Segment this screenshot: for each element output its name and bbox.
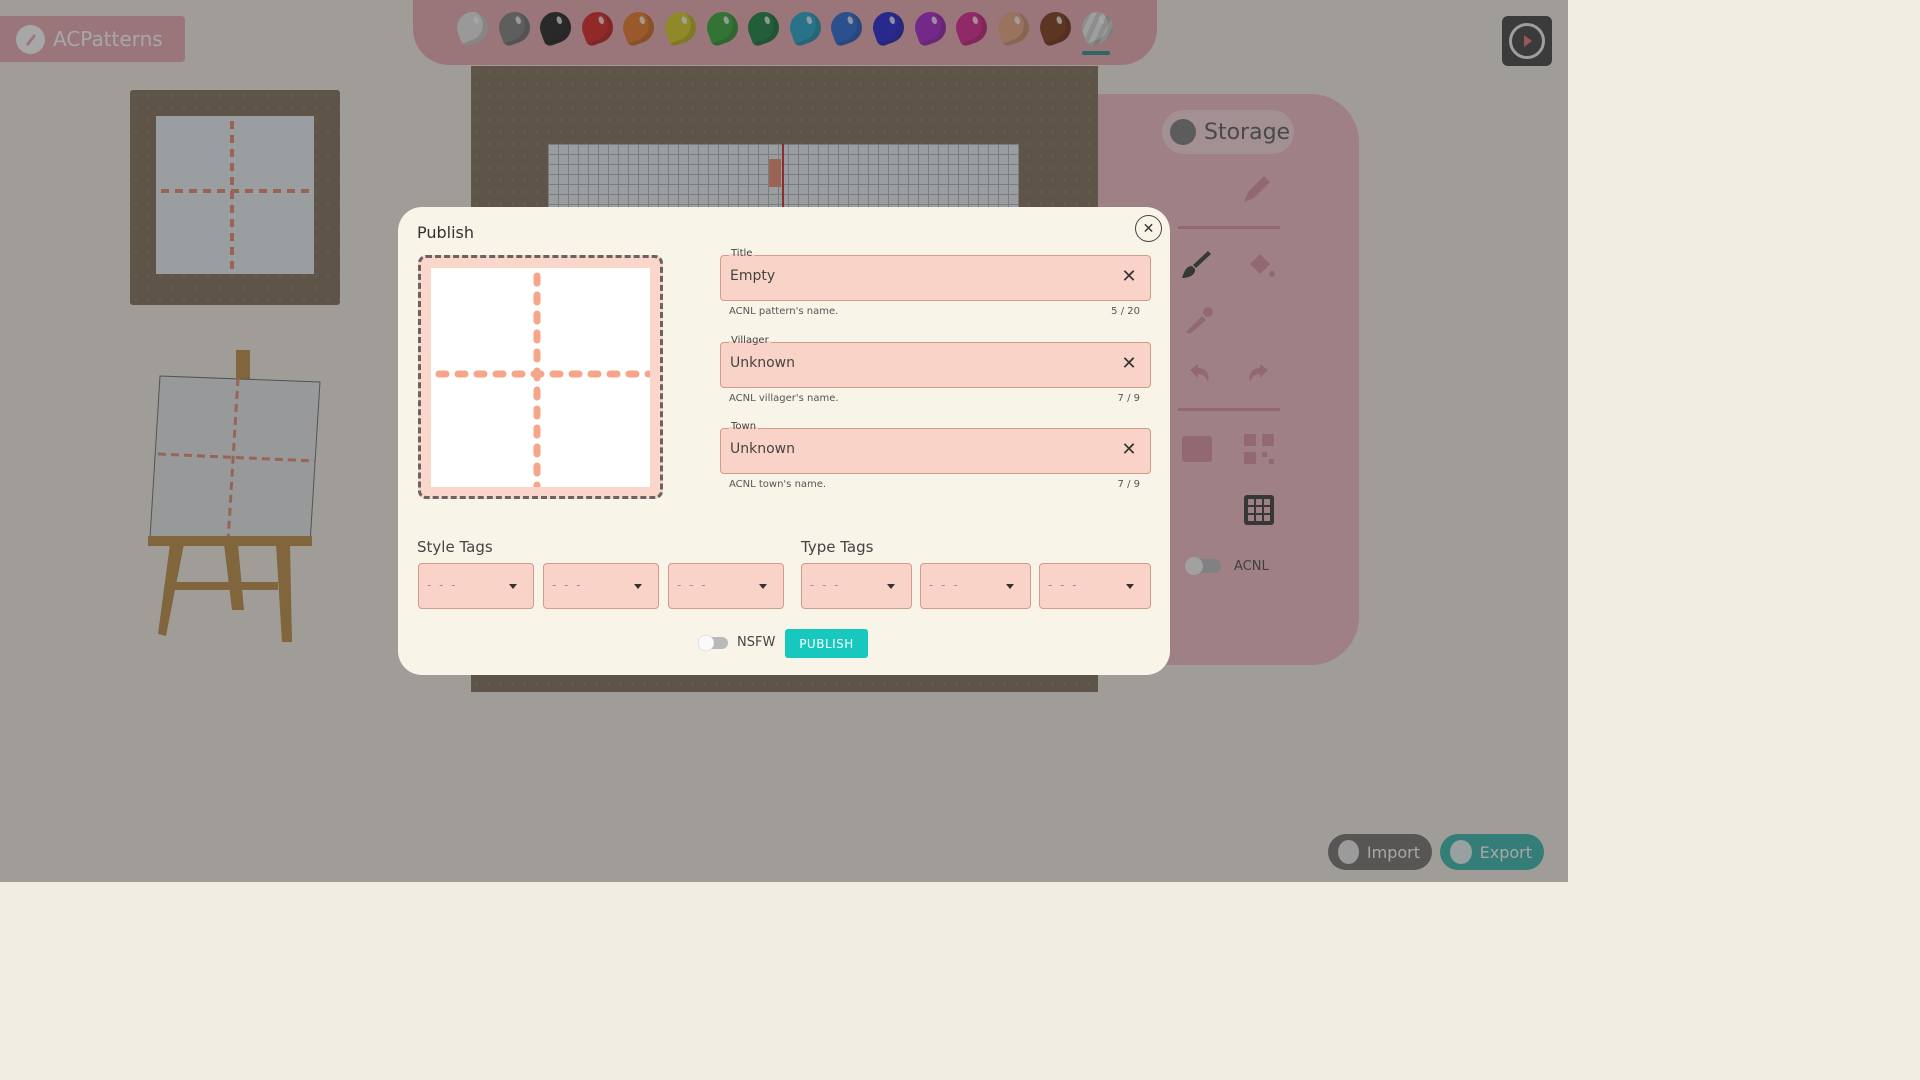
title-helper-text: ACNL pattern's name.: [729, 306, 839, 317]
style-tag-select[interactable]: - - -: [543, 563, 659, 609]
style-tag-value: - - -: [677, 578, 708, 592]
dropdown-arrow-icon: [509, 584, 517, 589]
type-tag-value: - - -: [1048, 578, 1079, 592]
clear-icon[interactable]: ✕: [1118, 439, 1140, 461]
type-tag-select[interactable]: - - -: [1039, 563, 1151, 609]
type-tag-select[interactable]: - - -: [801, 563, 912, 609]
town-helper-text: ACNL town's name.: [729, 479, 827, 490]
style-tag-value: - - -: [552, 578, 583, 592]
dialog-title: Publish: [417, 223, 475, 242]
style-tag-select[interactable]: - - -: [668, 563, 784, 609]
title-input[interactable]: [730, 268, 1110, 284]
type-tags-label: Type Tags: [801, 538, 874, 556]
dropdown-arrow-icon: [1006, 584, 1014, 589]
dropdown-arrow-icon: [887, 584, 895, 589]
town-field[interactable]: Town ✕: [720, 421, 1151, 474]
type-tag-value: - - -: [929, 578, 960, 592]
style-tag-select[interactable]: - - -: [418, 563, 534, 609]
clear-icon[interactable]: ✕: [1118, 266, 1140, 288]
style-tags-label: Style Tags: [417, 538, 493, 556]
dropdown-arrow-icon: [634, 584, 642, 589]
villager-field-label: Villager: [729, 335, 771, 346]
type-tag-select[interactable]: - - -: [920, 563, 1031, 609]
nsfw-label: NSFW: [737, 635, 776, 650]
type-tag-value: - - -: [810, 578, 841, 592]
villager-field[interactable]: Villager ✕: [720, 335, 1151, 388]
pattern-preview: [418, 255, 663, 499]
clear-icon[interactable]: ✕: [1118, 353, 1140, 375]
close-button[interactable]: ✕: [1135, 215, 1162, 242]
villager-input[interactable]: [730, 355, 1110, 371]
dropdown-arrow-icon: [759, 584, 767, 589]
nsfw-toggle[interactable]: [696, 633, 730, 653]
villager-helper-text: ACNL villager's name.: [729, 393, 839, 404]
publish-button[interactable]: PUBLISH: [785, 629, 868, 658]
villager-char-count: 7 / 9: [1117, 393, 1140, 404]
title-char-count: 5 / 20: [1111, 306, 1140, 317]
publish-dialog: Publish ✕ Title ✕ ACNL pattern's name. 5…: [398, 207, 1170, 675]
town-field-label: Town: [729, 421, 759, 432]
pattern-preview-image: [431, 268, 654, 491]
title-field[interactable]: Title ✕: [720, 248, 1151, 301]
close-icon: ✕: [1142, 220, 1155, 236]
title-field-label: Title: [729, 248, 755, 259]
style-tag-value: - - -: [427, 578, 458, 592]
town-char-count: 7 / 9: [1117, 479, 1140, 490]
town-input[interactable]: [730, 441, 1110, 457]
dropdown-arrow-icon: [1126, 584, 1134, 589]
